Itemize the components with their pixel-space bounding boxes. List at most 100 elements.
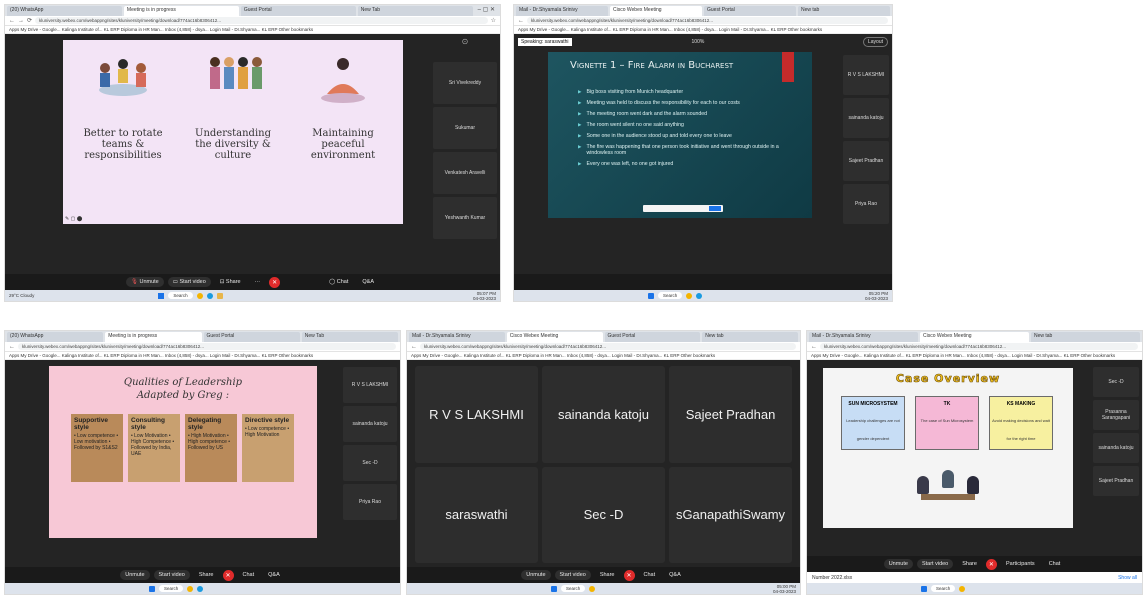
qa-button[interactable]: Q&A <box>664 570 686 580</box>
star-icon[interactable]: ☆ <box>491 17 496 24</box>
show-all-link[interactable]: Show all <box>1118 575 1137 581</box>
browser-tab[interactable]: (20) WhatsApp <box>7 332 104 342</box>
bookmarks-bar[interactable]: Apps My Drive - Google... Kalinga Instit… <box>5 26 500 34</box>
back-icon[interactable]: ← <box>811 344 817 350</box>
participant-tile[interactable]: Sec -D <box>1093 367 1139 397</box>
bookmarks-bar[interactable]: Apps My Drive - Google... Kalinga Instit… <box>807 352 1142 360</box>
participant-tile[interactable]: sainanda katoju <box>843 98 889 138</box>
url-field[interactable]: kluniversity.webex.com/webappng/sites/kl… <box>18 343 396 350</box>
url-field[interactable]: kluniversity.webex.com/webappng/sites/kl… <box>35 17 488 24</box>
annotation-toolbar[interactable]: ✎ ▢ ⬤ <box>65 216 82 222</box>
participant-tile[interactable]: sGanapathiSwamy <box>669 466 792 563</box>
chrome-icon[interactable] <box>187 585 194 592</box>
chat-button[interactable]: ◯ Chat <box>324 277 353 287</box>
share-button[interactable]: ⊡ Share <box>215 277 246 287</box>
forward-icon[interactable]: → <box>18 18 24 24</box>
leave-meeting-button[interactable]: ✕ <box>269 276 281 288</box>
participant-tile[interactable]: Sajeet Pradhan <box>1093 466 1139 496</box>
edge-icon[interactable] <box>197 585 204 592</box>
browser-tab[interactable]: New Tab <box>301 332 398 342</box>
participant-tile[interactable]: Sukumar <box>433 107 497 149</box>
chrome-icon[interactable] <box>686 292 693 299</box>
browser-tab[interactable]: Guest Portal <box>240 6 356 16</box>
browser-tab[interactable]: Mail - Dr.Shyamala Srinivy <box>409 332 505 342</box>
participant-tile[interactable]: Sajeet Pradhan <box>669 366 792 463</box>
bookmarks-bar[interactable]: Apps My Drive - Google... Kalinga Instit… <box>514 26 892 34</box>
chat-button[interactable]: Chat <box>639 570 661 580</box>
taskbar-search[interactable]: Search <box>658 292 683 299</box>
leave-meeting-button[interactable]: ✕ <box>222 569 234 581</box>
browser-tab[interactable]: New Tab <box>357 6 473 16</box>
participant-tile[interactable]: saraswathi <box>415 466 538 563</box>
chrome-icon[interactable] <box>589 585 596 592</box>
participant-tile[interactable]: Sajeet Pradhan <box>843 141 889 181</box>
browser-tab[interactable]: Guest Portal <box>203 332 300 342</box>
chrome-icon[interactable] <box>959 585 966 592</box>
browser-tab[interactable]: Meeting is in progress <box>123 6 239 16</box>
bookmarks-bar[interactable]: Apps My Drive - Google... Kalinga Instit… <box>5 352 400 360</box>
back-icon[interactable]: ← <box>411 344 417 350</box>
browser-tab[interactable]: Meeting is in progress <box>105 332 202 342</box>
participant-tile[interactable]: Sec -D <box>343 445 397 481</box>
taskbar-clock[interactable]: 05:00 PM 04-03-2023 <box>773 584 796 594</box>
browser-tab[interactable]: Mail - Dr.Shyamala Srinivy <box>516 6 608 16</box>
taskbar-search[interactable]: Search <box>168 292 193 299</box>
browser-tab[interactable]: New tab <box>702 332 798 342</box>
participant-tile[interactable]: sainanda katoju <box>542 366 665 463</box>
participant-tile[interactable]: R V S LAKSHMI <box>415 366 538 463</box>
layout-button[interactable]: Layout <box>862 37 888 47</box>
sharing-notice[interactable] <box>643 205 723 212</box>
browser-tab[interactable]: Guest Portal <box>704 6 796 16</box>
more-button[interactable]: ··· <box>250 277 266 287</box>
participant-tile[interactable]: Priya Rao <box>343 484 397 520</box>
zoom-selector[interactable]: 100% <box>692 39 705 45</box>
participant-tile[interactable]: Sec -D <box>542 466 665 563</box>
browser-tab[interactable]: New tab <box>798 6 890 16</box>
participant-tile[interactable]: R V S LAKSHMI <box>343 367 397 403</box>
chat-button[interactable]: Chat <box>238 570 260 580</box>
weather-widget[interactable]: 29°C Cloudy <box>9 293 34 298</box>
share-button[interactable]: Share <box>957 559 982 569</box>
windows-start-icon[interactable] <box>648 292 654 299</box>
browser-tab[interactable]: Cisco Webex Meeting <box>506 332 603 342</box>
participant-tile[interactable]: sainanda katoju <box>1093 433 1139 463</box>
taskbar-search[interactable]: Search <box>931 585 956 592</box>
back-icon[interactable]: ← <box>9 344 15 350</box>
url-field[interactable]: kluniversity.webex.com/webappng/sites/kl… <box>527 17 888 24</box>
participant-tile[interactable]: sainanda katoju <box>343 406 397 442</box>
qa-button[interactable]: Q&A <box>263 570 285 580</box>
start-video-button[interactable]: Start video <box>554 570 591 580</box>
taskbar-search[interactable]: Search <box>159 585 184 592</box>
taskbar-clock[interactable]: 05:20 PM 04-03-2023 <box>865 291 888 301</box>
browser-tab[interactable]: (20) WhatsApp <box>7 6 122 16</box>
leave-meeting-button[interactable]: ✕ <box>985 558 997 570</box>
participants-button[interactable]: Participants <box>1001 559 1040 569</box>
browser-tab[interactable]: Cisco Webex Meeting <box>610 6 702 16</box>
back-icon[interactable]: ← <box>9 18 15 24</box>
windows-start-icon[interactable] <box>551 585 557 592</box>
edge-icon[interactable] <box>206 292 213 299</box>
taskbar-search[interactable]: Search <box>561 585 586 592</box>
start-video-button[interactable]: Start video <box>153 570 190 580</box>
edge-icon[interactable] <box>696 292 703 299</box>
browser-tab[interactable]: Cisco Webex Meeting <box>920 332 1029 342</box>
participant-tile[interactable]: R V S LAKSHMI <box>843 55 889 95</box>
chrome-icon[interactable] <box>196 292 203 299</box>
share-button[interactable]: Share <box>194 570 219 580</box>
start-video-button[interactable]: Start video <box>916 559 954 569</box>
download-item[interactable]: Number 2022.xlsx <box>812 575 852 581</box>
folder-icon[interactable] <box>216 292 223 299</box>
browser-tab[interactable]: New tab <box>1031 332 1140 342</box>
participant-tile[interactable]: Prasanna Sarangapani <box>1093 400 1139 430</box>
chat-button[interactable]: Chat <box>1044 559 1066 569</box>
back-icon[interactable]: ← <box>518 18 524 24</box>
reload-icon[interactable]: ⟳ <box>27 17 32 24</box>
participant-tile[interactable]: Sri Vivekreddy <box>433 62 497 104</box>
unmute-button[interactable]: Unmute <box>120 570 150 580</box>
browser-tab[interactable]: Guest Portal <box>604 332 701 342</box>
windows-start-icon[interactable] <box>158 292 165 299</box>
share-button[interactable]: Share <box>595 570 620 580</box>
bookmarks-bar[interactable]: Apps My Drive - Google... Kalinga Instit… <box>407 352 800 360</box>
browser-tab[interactable]: Mail - Dr.Shyamala Srinivy <box>809 332 918 342</box>
taskbar-clock[interactable]: 05:07 PM 04-03-2023 <box>473 291 496 301</box>
